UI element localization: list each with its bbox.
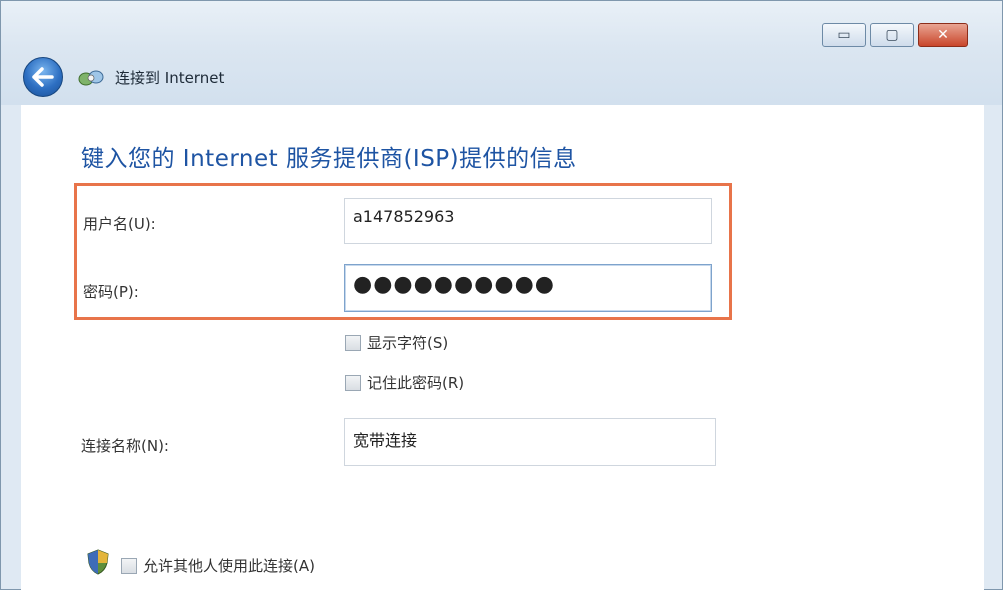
wizard-window: ▭ ▢ ✕ 连接到 Internet 键入您的 Internet 服务提供商(I… [0, 0, 1003, 591]
minimize-button[interactable]: ▭ [822, 23, 866, 47]
connection-name-label: 连接名称(N): [81, 437, 169, 455]
wizard-content: 键入您的 Internet 服务提供商(ISP)提供的信息 用户名(U): a1… [21, 105, 984, 591]
remember-password-row[interactable]: 记住此密码(R) [345, 372, 464, 393]
show-characters-checkbox[interactable] [345, 334, 361, 351]
title-bar: ▭ ▢ ✕ 连接到 Internet [1, 1, 1002, 105]
page-heading: 键入您的 Internet 服务提供商(ISP)提供的信息 [81, 146, 577, 172]
window-controls: ▭ ▢ ✕ [822, 23, 968, 47]
network-icon [78, 70, 104, 86]
connection-name-field[interactable]: 宽带连接 [344, 418, 716, 466]
allow-others-row[interactable]: 允许其他人使用此连接(A) [121, 555, 315, 576]
wizard-title: 连接到 Internet [115, 69, 225, 87]
allow-others-checkbox[interactable] [121, 557, 137, 574]
remember-password-checkbox[interactable] [345, 374, 361, 391]
allow-others-label: 允许其他人使用此连接(A) [143, 557, 315, 575]
username-label: 用户名(U): [83, 215, 156, 233]
show-characters-label: 显示字符(S) [367, 334, 449, 352]
password-label: 密码(P): [83, 283, 139, 301]
restore-button[interactable]: ▢ [870, 23, 914, 47]
username-field[interactable]: a147852963 [344, 198, 712, 244]
close-button[interactable]: ✕ [918, 23, 968, 47]
show-characters-row[interactable]: 显示字符(S) [345, 332, 448, 353]
back-button[interactable] [23, 57, 63, 97]
password-field[interactable]: ●●●●●●●●●● [344, 264, 712, 312]
back-arrow-icon [32, 67, 54, 87]
remember-password-label: 记住此密码(R) [367, 374, 465, 392]
shield-icon [87, 549, 109, 575]
